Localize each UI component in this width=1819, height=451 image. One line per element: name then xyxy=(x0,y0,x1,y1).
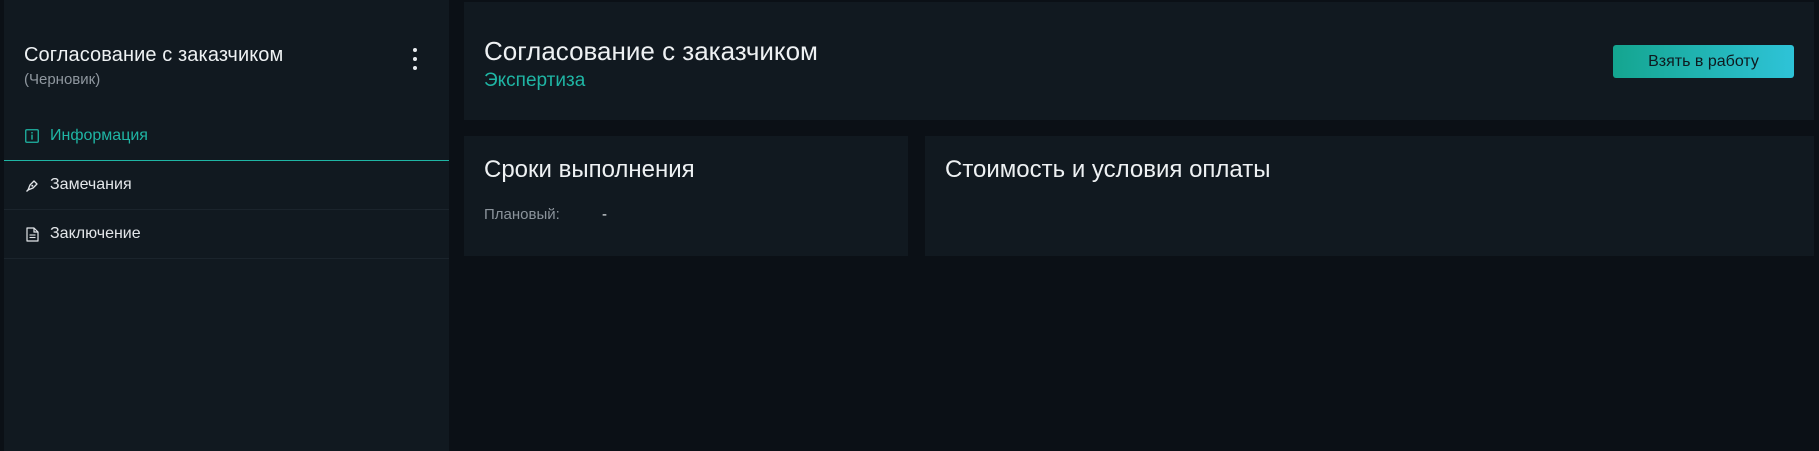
document-icon xyxy=(24,226,40,242)
take-to-work-button[interactable]: Взять в работу xyxy=(1613,45,1794,78)
pen-icon xyxy=(24,177,40,193)
sidebar-item-remarks[interactable]: Замечания xyxy=(4,161,449,210)
sidebar-item-conclusion[interactable]: Заключение xyxy=(4,210,449,259)
info-icon xyxy=(24,128,40,144)
page-title: Согласование с заказчиком xyxy=(484,36,818,66)
planned-value: - xyxy=(602,206,607,223)
sidebar-title: Согласование с заказчиком xyxy=(24,44,284,66)
cost-card: Стоимость и условия оплаты xyxy=(925,136,1814,256)
sidebar-item-label: Заключение xyxy=(50,225,141,242)
cost-title: Стоимость и условия оплаты xyxy=(945,156,1271,183)
sidebar-item-information[interactable]: Информация xyxy=(4,112,449,161)
deadlines-title: Сроки выполнения xyxy=(484,156,695,183)
sidebar-header: Согласование с заказчиком (Черновик) xyxy=(4,0,449,112)
sidebar-nav: Информация Замечания Заключение xyxy=(4,112,449,259)
sidebar-item-label: Замечания xyxy=(50,176,132,193)
sidebar-item-label: Информация xyxy=(50,127,148,144)
planned-label: Плановый: xyxy=(484,206,560,223)
page-subtitle: Экспертиза xyxy=(484,70,586,91)
planned-row: Плановый: - xyxy=(484,206,607,223)
page-header: Согласование с заказчиком Экспертиза Взя… xyxy=(464,2,1814,120)
deadlines-card: Сроки выполнения Плановый: - xyxy=(464,136,908,256)
app-root: Согласование с заказчиком (Черновик) Инф… xyxy=(0,0,1819,451)
sidebar-status: (Черновик) xyxy=(24,71,101,88)
more-menu-icon[interactable] xyxy=(409,48,421,70)
sidebar: Согласование с заказчиком (Черновик) Инф… xyxy=(4,0,449,451)
